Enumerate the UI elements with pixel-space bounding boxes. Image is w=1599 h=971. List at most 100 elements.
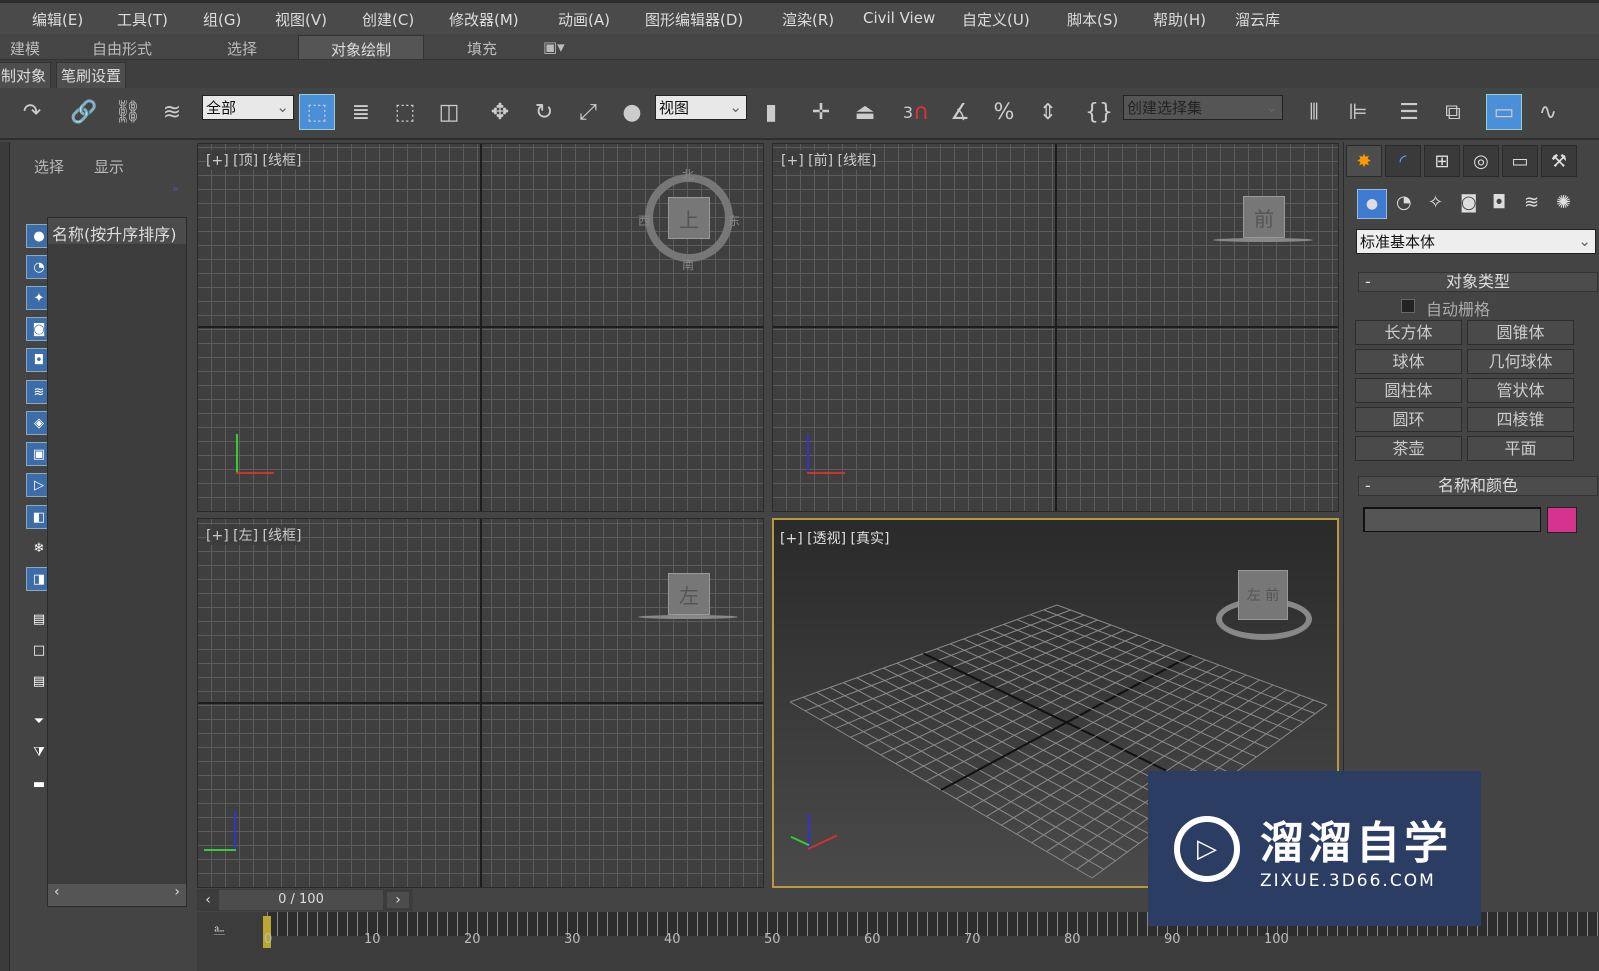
autogrid-checkbox[interactable] bbox=[1401, 299, 1415, 313]
viewcube[interactable]: 左 前 bbox=[1238, 570, 1288, 620]
cylinder-button[interactable]: 圆柱体 bbox=[1355, 378, 1462, 403]
box-button[interactable]: 长方体 bbox=[1355, 320, 1462, 345]
edit-named-selection-icon[interactable]: {} bbox=[1081, 94, 1117, 130]
manipulate-icon[interactable]: ✛ bbox=[803, 94, 839, 130]
viewport-left[interactable]: [+] [左] [线框] 左 bbox=[197, 518, 764, 888]
pivot-center-icon[interactable]: ▮ bbox=[753, 94, 789, 130]
brush-settings-button[interactable]: 笔刷设置 bbox=[56, 62, 127, 89]
expand-chevron-icon[interactable]: » bbox=[172, 182, 179, 195]
align-icon[interactable]: ⊫ bbox=[1340, 94, 1376, 130]
menu-tools[interactable]: 工具(T) bbox=[117, 9, 168, 30]
named-selection-dropdown[interactable]: 创建选择集 ⌄ bbox=[1123, 95, 1283, 120]
tab-populate[interactable]: 填充 bbox=[467, 38, 497, 59]
cameras-icon[interactable]: ◙ bbox=[1460, 192, 1477, 213]
horizontal-scrollbar[interactable]: ‹ › bbox=[48, 884, 186, 906]
geometry-icon[interactable]: ● bbox=[1357, 189, 1387, 219]
menu-modifiers[interactable]: 修改器(M) bbox=[449, 9, 519, 30]
next-frame-icon[interactable]: › bbox=[387, 892, 409, 908]
spinner-snap-icon[interactable]: ⇕ bbox=[1030, 94, 1066, 130]
viewcube[interactable]: 左 bbox=[668, 573, 710, 615]
mirror-icon[interactable]: ⫴ bbox=[1296, 94, 1332, 130]
move-icon[interactable]: ✥ bbox=[482, 94, 518, 130]
object-type-rollout-header[interactable]: - 对象类型 bbox=[1358, 272, 1598, 292]
placement-icon[interactable]: ● bbox=[614, 94, 650, 130]
menu-edit[interactable]: 编辑(E) bbox=[32, 9, 83, 30]
viewcube-ring[interactable] bbox=[638, 615, 738, 619]
name-color-rollout-header[interactable]: - 名称和颜色 bbox=[1358, 476, 1598, 496]
paint-objects-button[interactable]: 制对象 bbox=[0, 62, 52, 89]
redo-icon[interactable]: ↷ bbox=[14, 94, 50, 130]
curve-editor-icon[interactable]: ∿ bbox=[1530, 94, 1566, 130]
pyramid-button[interactable]: 四棱锥 bbox=[1467, 407, 1574, 432]
reference-coordinate-dropdown[interactable]: 视图 ⌄ bbox=[655, 95, 747, 120]
menu-animation[interactable]: 动画(A) bbox=[558, 9, 610, 30]
viewport-label[interactable]: [+] [前] [线框] bbox=[781, 150, 877, 170]
hierarchy-tab-icon[interactable]: ⊞ bbox=[1424, 145, 1460, 177]
time-slider[interactable]: ‹ 0 / 100 › bbox=[197, 889, 413, 911]
rotate-icon[interactable]: ↻ bbox=[526, 94, 562, 130]
create-tab-icon[interactable]: ✸ bbox=[1346, 145, 1382, 177]
menu-views[interactable]: 视图(V) bbox=[275, 9, 327, 30]
collapse-icon[interactable]: - bbox=[1365, 273, 1371, 291]
cone-button[interactable]: 圆锥体 bbox=[1467, 320, 1574, 345]
object-category-dropdown[interactable]: 标准基本体 ⌄ bbox=[1356, 229, 1596, 254]
display-tab-icon[interactable]: ▭ bbox=[1502, 145, 1538, 177]
prev-frame-icon[interactable]: ‹ bbox=[197, 892, 219, 908]
menu-create[interactable]: 创建(C) bbox=[362, 9, 414, 30]
mini-curve-editor-icon[interactable]: ⎁ bbox=[213, 920, 226, 940]
menu-scripting[interactable]: 脚本(S) bbox=[1067, 9, 1118, 30]
window-crossing-icon[interactable]: ◫ bbox=[431, 94, 467, 130]
select-object-icon[interactable]: ⬚ bbox=[299, 94, 335, 130]
tab-freeform[interactable]: 自由形式 bbox=[92, 38, 152, 59]
tab-object-paint[interactable]: 对象绘制 bbox=[298, 35, 425, 60]
snap-toggle-icon[interactable]: 3 ∩ bbox=[898, 94, 934, 130]
unlink-icon[interactable]: ⛓ bbox=[110, 94, 146, 130]
scene-explorer-icon[interactable]: ☰ bbox=[1391, 94, 1427, 130]
tube-button[interactable]: 管状体 bbox=[1467, 378, 1574, 403]
viewport-front[interactable]: [+] [前] [线框] 前 bbox=[772, 143, 1339, 512]
tab-modeling[interactable]: 建模 bbox=[10, 38, 40, 59]
scale-icon[interactable]: ⤢ bbox=[570, 94, 606, 130]
menu-rendering[interactable]: 渲染(R) bbox=[782, 9, 834, 30]
torus-button[interactable]: 圆环 bbox=[1355, 407, 1462, 432]
menu-customize[interactable]: 自定义(U) bbox=[962, 9, 1030, 30]
sphere-button[interactable]: 球体 bbox=[1355, 349, 1462, 374]
ribbon-options-icon[interactable]: ▣▾ bbox=[543, 38, 565, 56]
viewcube[interactable]: 前 bbox=[1243, 196, 1285, 238]
menu-civil-view[interactable]: Civil View bbox=[863, 9, 935, 27]
lights-icon[interactable]: ✧ bbox=[1428, 192, 1443, 213]
angle-snap-icon[interactable]: ∡ bbox=[942, 94, 978, 130]
viewcube-ring[interactable] bbox=[1213, 238, 1313, 242]
menu-graph-editors[interactable]: 图形编辑器(D) bbox=[645, 9, 743, 30]
menu-group[interactable]: 组(G) bbox=[203, 9, 241, 30]
teapot-button[interactable]: 茶壶 bbox=[1355, 436, 1462, 461]
modify-tab-icon[interactable]: ◜ bbox=[1385, 145, 1421, 177]
systems-icon[interactable]: ✺ bbox=[1556, 192, 1571, 213]
helpers-icon[interactable]: ◘ bbox=[1492, 192, 1506, 213]
select-by-name-icon[interactable]: ≣ bbox=[343, 94, 379, 130]
collapse-icon[interactable]: - bbox=[1365, 477, 1371, 495]
shapes-icon[interactable]: ◔ bbox=[1396, 192, 1412, 213]
menu-help[interactable]: 帮助(H) bbox=[1153, 9, 1206, 30]
percent-snap-icon[interactable]: % bbox=[986, 94, 1022, 130]
explorer-tab-display[interactable]: 显示 bbox=[94, 156, 124, 177]
utilities-tab-icon[interactable]: ⚒ bbox=[1541, 145, 1577, 177]
viewport-label[interactable]: [+] [顶] [线框] bbox=[206, 150, 302, 170]
tab-selection[interactable]: 选择 bbox=[227, 38, 257, 59]
explorer-tab-select[interactable]: 选择 bbox=[34, 156, 64, 177]
viewport-label[interactable]: [+] [左] [线框] bbox=[206, 525, 302, 545]
rectangle-selection-icon[interactable]: ⬚ bbox=[387, 94, 423, 130]
motion-tab-icon[interactable]: ◎ bbox=[1463, 145, 1499, 177]
scroll-left-icon[interactable]: ‹ bbox=[54, 884, 60, 906]
keyboard-shortcut-override-icon[interactable]: ⏏ bbox=[847, 94, 883, 130]
viewcube[interactable]: 上 bbox=[668, 197, 710, 239]
viewport-label[interactable]: [+] [透视] [真实] bbox=[780, 528, 889, 548]
object-color-swatch[interactable] bbox=[1547, 507, 1577, 533]
scene-object-list[interactable]: 名称(按升序排序) ‹ › bbox=[47, 217, 187, 907]
spacewarps-icon[interactable]: ≋ bbox=[1524, 192, 1539, 213]
time-slider-position[interactable]: 0 / 100 bbox=[219, 890, 383, 910]
object-name-input[interactable] bbox=[1363, 507, 1541, 532]
name-column-header[interactable]: 名称(按升序排序) bbox=[48, 218, 186, 244]
scroll-right-icon[interactable]: › bbox=[174, 884, 180, 906]
bind-space-warp-icon[interactable]: ≋ bbox=[154, 94, 190, 130]
